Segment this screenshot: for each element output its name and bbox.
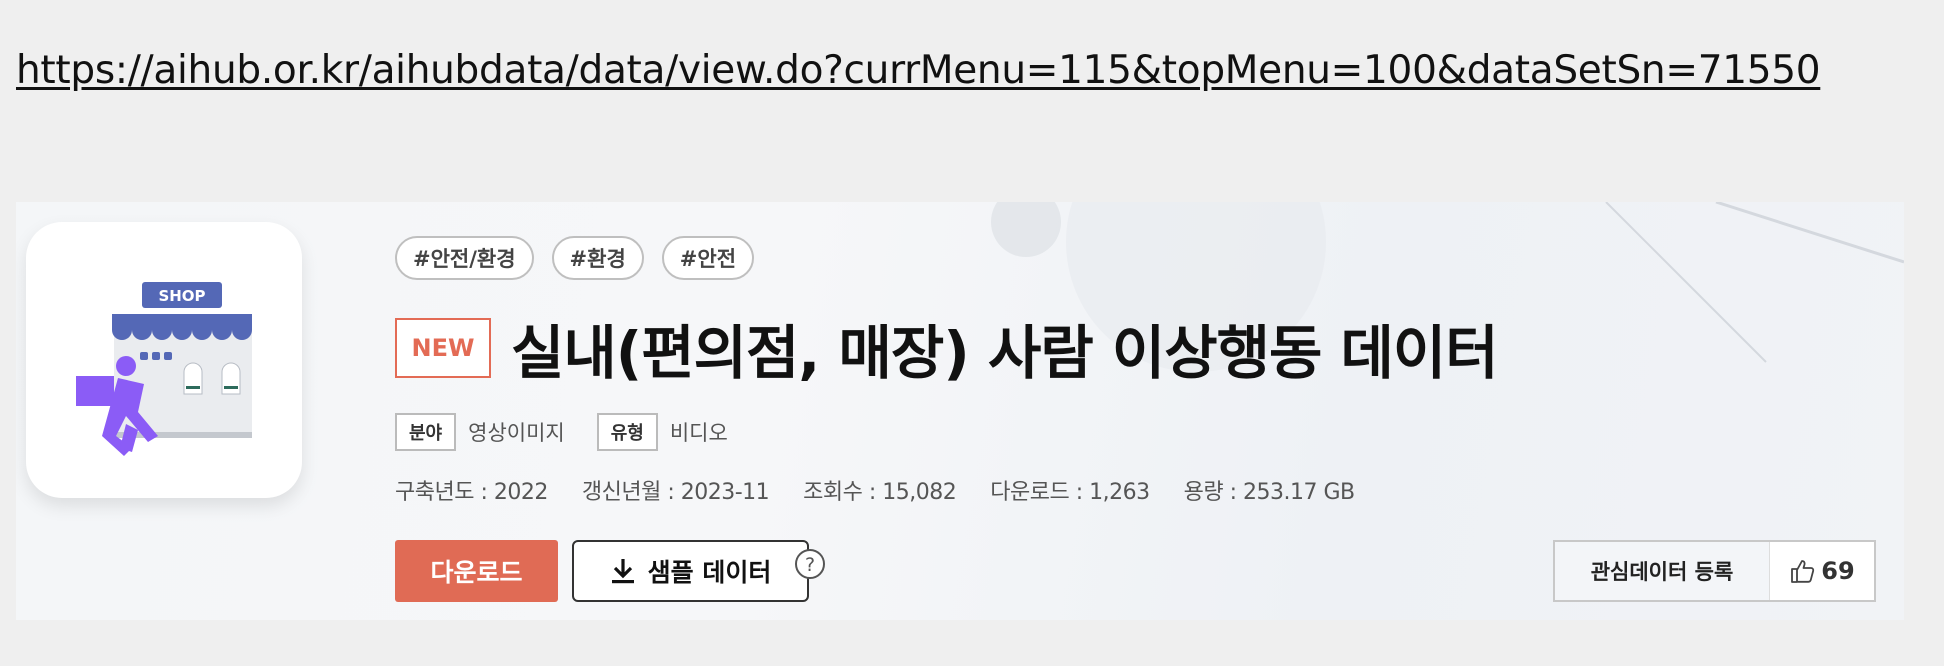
tag-chip[interactable]: #환경 xyxy=(551,236,644,280)
like-button[interactable]: 69 xyxy=(1770,542,1874,600)
new-badge: NEW xyxy=(395,318,491,378)
stat-size: 용량 : 253.17 GB xyxy=(1183,480,1356,505)
stat-update-date: 갱신년월 : 2023-11 xyxy=(581,480,770,505)
dataset-title: 실내(편의점, 매장) 사람 이상행동 데이터 xyxy=(511,319,1499,387)
stats-row: 구축년도 : 2022 갱신년월 : 2023-11 조회수 : 15,082 … xyxy=(395,474,1355,506)
shop-thief-icon: SHOP xyxy=(76,282,252,456)
type-key: 유형 xyxy=(596,413,658,451)
field-key: 분야 xyxy=(395,413,457,451)
sample-data-button[interactable]: 샘플 데이터 xyxy=(572,540,809,602)
svg-text:?: ? xyxy=(805,554,815,576)
tag-chip[interactable]: #안전/환경 xyxy=(395,236,534,280)
tag-chip[interactable]: #안전 xyxy=(661,236,755,280)
thumbs-up-icon xyxy=(1791,560,1815,583)
dataset-icon-card: SHOP xyxy=(26,222,302,498)
dataset-hero-panel: SHOP #안전/환경 #환경 #안전 NEW 실내(편의점, 매장) 사람 이… xyxy=(16,202,1904,620)
help-icon[interactable]: ? xyxy=(794,548,826,580)
type-value: 비디오 xyxy=(669,421,728,445)
favorite-box: 관심데이터 등록 69 xyxy=(1553,540,1876,602)
meta-row: 분야 영상이미지 유형 비디오 xyxy=(395,413,760,451)
shop-sign-text: SHOP xyxy=(158,287,205,305)
sample-data-label: 샘플 데이터 xyxy=(647,558,772,587)
download-button[interactable]: 다운로드 xyxy=(395,540,558,602)
stat-build-year: 구축년도 : 2022 xyxy=(395,480,548,505)
field-value: 영상이미지 xyxy=(468,421,565,445)
dataset-url-link[interactable]: https://aihub.or.kr/aihubdata/data/view.… xyxy=(16,48,1821,93)
title-row: NEW 실내(편의점, 매장) 사람 이상행동 데이터 xyxy=(395,306,1499,390)
tag-list: #안전/환경 #환경 #안전 xyxy=(395,236,755,280)
stat-views: 조회수 : 15,082 xyxy=(803,480,957,505)
add-favorite-button[interactable]: 관심데이터 등록 xyxy=(1555,542,1770,600)
download-icon xyxy=(611,559,634,584)
like-count: 69 xyxy=(1821,557,1855,585)
stat-downloads: 다운로드 : 1,263 xyxy=(990,480,1150,505)
